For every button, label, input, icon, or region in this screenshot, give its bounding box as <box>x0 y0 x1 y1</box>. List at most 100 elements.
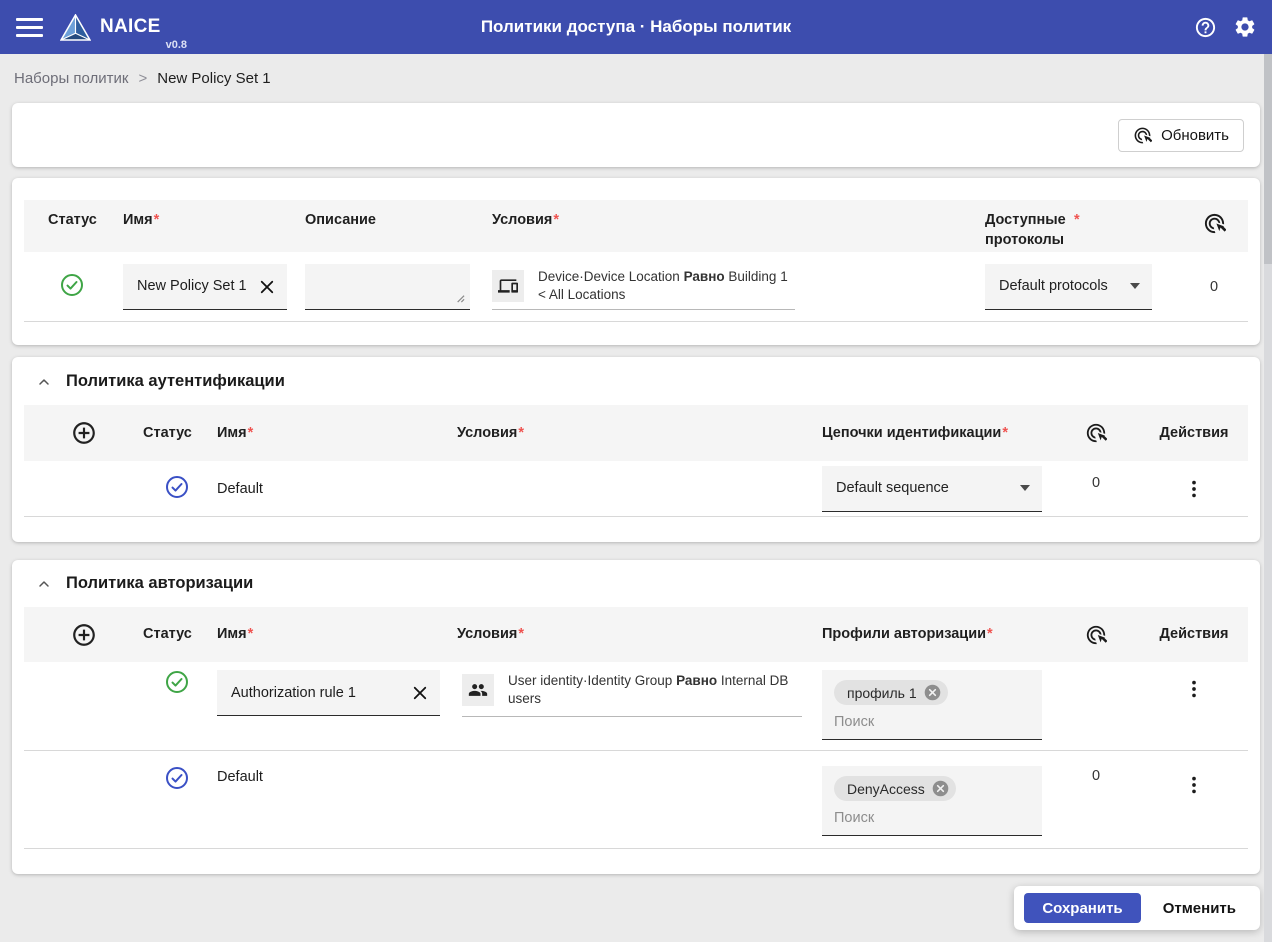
status-ok-blue-icon[interactable] <box>165 475 189 499</box>
page-title: Политики доступа · Наборы политик <box>480 17 792 36</box>
app-header: NAICE v0.8 Политики доступа · Наборы пол… <box>0 0 1272 54</box>
col-conditions: Условия* <box>492 212 559 228</box>
devices-icon <box>492 270 524 302</box>
policy-set-name-field <box>123 263 287 310</box>
actions-cell <box>1140 774 1248 796</box>
authentication-table-header: Статус Имя* Условия* Цепочки идентификац… <box>24 405 1248 461</box>
status-ok-blue-icon[interactable] <box>165 766 189 790</box>
authorization-section-title: Политика авторизации <box>66 574 254 592</box>
cancel-button[interactable]: Отменить <box>1149 900 1250 917</box>
app-version: v0.8 <box>165 39 188 51</box>
scrollbar-thumb[interactable] <box>1264 54 1272 264</box>
breadcrumb: Наборы политик > New Policy Set 1 <box>0 54 1272 103</box>
profiles-cell: DenyAccess Поиск <box>822 766 1052 836</box>
add-circle-icon[interactable] <box>71 622 97 648</box>
authorization-policy-card: Политика авторизации Статус Имя* Условия… <box>12 560 1260 874</box>
identity-sequence-select[interactable]: Default sequence <box>822 465 1042 512</box>
ads-click-icon[interactable] <box>1085 624 1107 646</box>
protocols-selected-value: Default protocols <box>999 278 1108 294</box>
authorization-table-header: Статус Имя* Условия* Профили авторизации… <box>24 607 1248 662</box>
kebab-menu-icon[interactable] <box>1183 774 1205 796</box>
col-identity-sequence: Цепочки идентификации* <box>822 424 1008 441</box>
col-description: Описание <box>305 212 376 228</box>
profiles-search-placeholder[interactable]: Поиск <box>834 714 1030 730</box>
chevron-up-icon[interactable] <box>36 374 52 390</box>
ads-click-icon[interactable] <box>1085 422 1107 444</box>
footer-actions-card: Сохранить Отменить <box>1014 886 1260 930</box>
chevron-up-icon[interactable] <box>36 576 52 592</box>
breadcrumb-current: New Policy Set 1 <box>157 70 271 87</box>
hits-cell: 0 <box>1052 475 1140 491</box>
protocols-select[interactable]: Default protocols <box>985 263 1152 310</box>
name-cell <box>123 263 305 310</box>
toolbar-card: Обновить <box>12 103 1260 167</box>
ads-click-icon <box>1133 126 1153 145</box>
hits-count: 0 <box>1091 475 1101 491</box>
col-conditions: Условия* <box>457 626 524 643</box>
profiles-search-placeholder[interactable]: Поиск <box>834 810 1030 826</box>
description-textarea[interactable] <box>305 263 470 309</box>
vertical-scrollbar[interactable] <box>1264 54 1272 942</box>
authorization-row: User identity·Identity Group Равно Inter… <box>24 662 1248 751</box>
rule-name: Default <box>217 480 263 497</box>
add-circle-icon[interactable] <box>71 420 97 446</box>
authentication-row: Default Default sequence 0 <box>24 461 1248 517</box>
condition-text: User identity·Identity Group Равно Inter… <box>508 673 789 707</box>
col-name: Имя* <box>123 212 160 228</box>
col-status: Статус <box>143 424 192 441</box>
hits-count: 0 <box>1091 768 1101 784</box>
policy-set-table-header: Статус Имя* Описание Условия* Доступные … <box>24 200 1248 252</box>
policy-set-card: Статус Имя* Описание Условия* Доступные … <box>12 178 1260 345</box>
status-ok-green-icon[interactable] <box>60 273 84 297</box>
name-cell <box>217 670 457 716</box>
col-name: Имя* <box>217 424 254 441</box>
status-cell <box>48 273 123 301</box>
col-status: Статус <box>143 626 192 643</box>
kebab-menu-icon[interactable] <box>1183 678 1205 700</box>
authorization-rule-name-field <box>217 670 440 716</box>
clear-name-icon[interactable] <box>411 684 429 702</box>
actions-cell <box>1140 678 1248 700</box>
profile-chip: DenyAccess <box>834 776 956 801</box>
authentication-section-title: Политика аутентификации <box>66 372 285 390</box>
naice-logo-icon <box>60 13 91 41</box>
col-status: Статус <box>48 212 97 228</box>
add-rule-cell <box>24 420 143 446</box>
authorization-profiles-field[interactable]: профиль 1 Поиск <box>822 670 1042 740</box>
settings-gear-icon[interactable] <box>1233 15 1257 39</box>
status-cell <box>143 475 217 503</box>
conditions-cell: User identity·Identity Group Равно Inter… <box>457 670 822 718</box>
hamburger-menu-icon[interactable] <box>16 17 43 37</box>
clear-name-icon[interactable] <box>258 278 276 296</box>
help-icon[interactable] <box>1194 16 1217 39</box>
authorization-condition[interactable]: User identity·Identity Group Равно Inter… <box>462 670 802 718</box>
col-protocols: Доступные протоколы* <box>985 212 1080 249</box>
chevron-down-icon <box>1020 485 1030 491</box>
save-button[interactable]: Сохранить <box>1024 893 1141 923</box>
authorization-profiles-field[interactable]: DenyAccess Поиск <box>822 766 1042 836</box>
hits-count: 0 <box>1209 278 1219 295</box>
profile-chip-label: DenyAccess <box>847 780 925 797</box>
policy-set-condition[interactable]: Device·Device Location Равно Building 1 … <box>492 264 795 310</box>
status-ok-green-icon[interactable] <box>165 670 189 694</box>
refresh-hits-button[interactable]: Обновить <box>1118 118 1244 152</box>
col-name: Имя* <box>217 626 254 643</box>
rule-name: Default <box>217 769 263 785</box>
col-conditions: Условия* <box>457 424 524 441</box>
chip-remove-icon[interactable] <box>924 684 941 701</box>
protocols-cell: Default protocols <box>985 263 1180 310</box>
hits-cell: 0 <box>1052 768 1140 784</box>
resize-handle-icon[interactable] <box>454 292 465 303</box>
breadcrumb-parent[interactable]: Наборы политик <box>14 70 128 87</box>
hits-cell: 0 <box>1180 279 1248 295</box>
authorization-default-row: Default DenyAccess Поиск 0 <box>24 751 1248 849</box>
ads-click-icon[interactable] <box>1203 212 1226 252</box>
profile-chip: профиль 1 <box>834 680 948 705</box>
add-rule-cell <box>24 622 143 648</box>
actions-cell <box>1140 478 1248 500</box>
identity-group-icon <box>462 674 494 707</box>
col-hits <box>1052 422 1140 444</box>
authorization-rule-name-input[interactable] <box>217 684 440 701</box>
chip-remove-icon[interactable] <box>932 780 949 797</box>
kebab-menu-icon[interactable] <box>1183 478 1205 500</box>
